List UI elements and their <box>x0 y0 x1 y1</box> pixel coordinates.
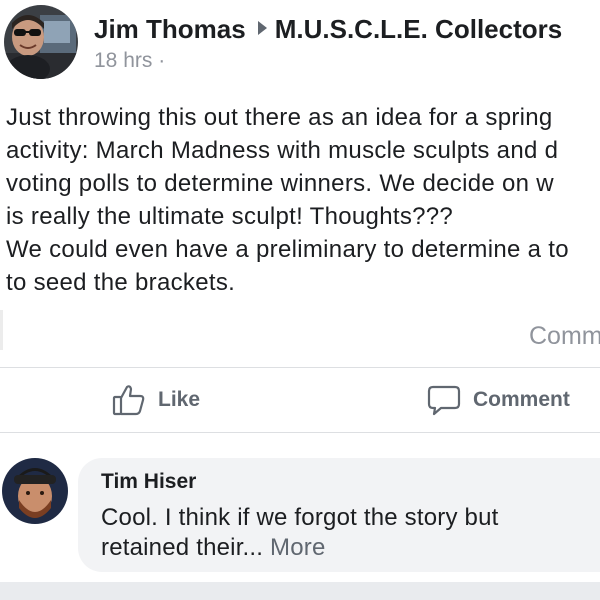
commenter-avatar[interactable] <box>2 458 68 524</box>
post-header: Jim Thomas M.U.S.C.L.E. Collectors 18 hrs… <box>0 0 600 90</box>
comment-text-line: Cool. I think if we forgot the story but <box>101 504 499 531</box>
author-name-link[interactable]: Jim Thomas <box>94 14 246 44</box>
comment-button[interactable]: Comment <box>427 382 570 418</box>
like-label: Like <box>158 388 201 411</box>
see-more-link[interactable]: More <box>270 534 325 561</box>
post-timestamp[interactable]: 18 hrs · <box>94 49 165 73</box>
thumbs-up-icon <box>112 385 145 416</box>
post-body-line: activity: March Madness with muscle scul… <box>6 137 559 164</box>
like-button[interactable]: Like <box>112 382 200 418</box>
post-title-line: Jim Thomas M.U.S.C.L.E. Collectors <box>94 14 562 45</box>
post-body-line: Just throwing this out there as an idea … <box>6 104 553 131</box>
post-body-line: voting polls to determine winners. We de… <box>6 170 554 197</box>
arrow-right-icon <box>257 21 267 35</box>
comment-text-fragment: retained their... <box>101 534 264 561</box>
post-time-text: 18 hrs <box>94 49 153 72</box>
comment-text-line: retained their... More <box>101 533 499 563</box>
comments-count-link[interactable]: Comm <box>529 322 600 351</box>
comment-bubble: Tim Hiser Cool. I think if we forgot the… <box>78 458 600 572</box>
post-body-line: to seed the brackets. <box>6 269 236 296</box>
action-bar: Like Comment <box>0 368 600 432</box>
speech-bubble-icon <box>427 385 461 416</box>
comment-label: Comment <box>473 388 570 411</box>
divider <box>0 432 600 433</box>
post-body-line: is really the ultimate sculpt! Thoughts?… <box>6 203 454 230</box>
group-name-link[interactable]: M.U.S.C.L.E. Collectors <box>275 14 563 44</box>
comment-text: Cool. I think if we forgot the story but… <box>101 503 499 563</box>
time-separator: · <box>152 49 166 72</box>
commenter-name-link[interactable]: Tim Hiser <box>101 470 196 494</box>
post-stats-row: Comm <box>0 318 600 358</box>
post-body: Just throwing this out there as an idea … <box>6 101 600 299</box>
facebook-post: Jim Thomas M.U.S.C.L.E. Collectors 18 hrs… <box>0 0 600 600</box>
comment-item: Tim Hiser Cool. I think if we forgot the… <box>0 450 600 580</box>
feed-separator <box>0 582 600 600</box>
post-body-line: We could even have a preliminary to dete… <box>6 236 569 263</box>
author-avatar[interactable] <box>4 5 78 79</box>
